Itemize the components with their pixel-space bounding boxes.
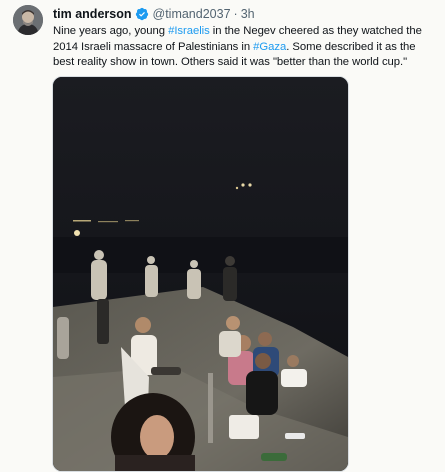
tweet-photo[interactable] <box>52 76 349 472</box>
author-name[interactable]: tim anderson <box>53 7 132 21</box>
hashtag-gaza[interactable]: #Gaza <box>253 41 286 53</box>
tweet-text-part: Nine years ago, young <box>53 25 169 37</box>
tweet-text: Nine years ago, young #Israelis in the N… <box>53 24 438 71</box>
hashtag-israelis[interactable]: #Israelis <box>168 25 210 37</box>
author-avatar[interactable] <box>13 5 43 35</box>
tweet-timestamp[interactable]: 3h <box>241 7 255 21</box>
author-handle[interactable]: @timand2037 <box>153 7 231 21</box>
night-crowd-photo <box>53 77 348 471</box>
tweet-header: tim anderson @timand2037 · 3h <box>53 5 255 23</box>
verified-badge-icon <box>135 7 149 21</box>
avatar-image <box>13 5 43 35</box>
tweet[interactable]: tim anderson @timand2037 · 3h Nine years… <box>0 0 445 472</box>
header-separator: · <box>233 7 238 21</box>
